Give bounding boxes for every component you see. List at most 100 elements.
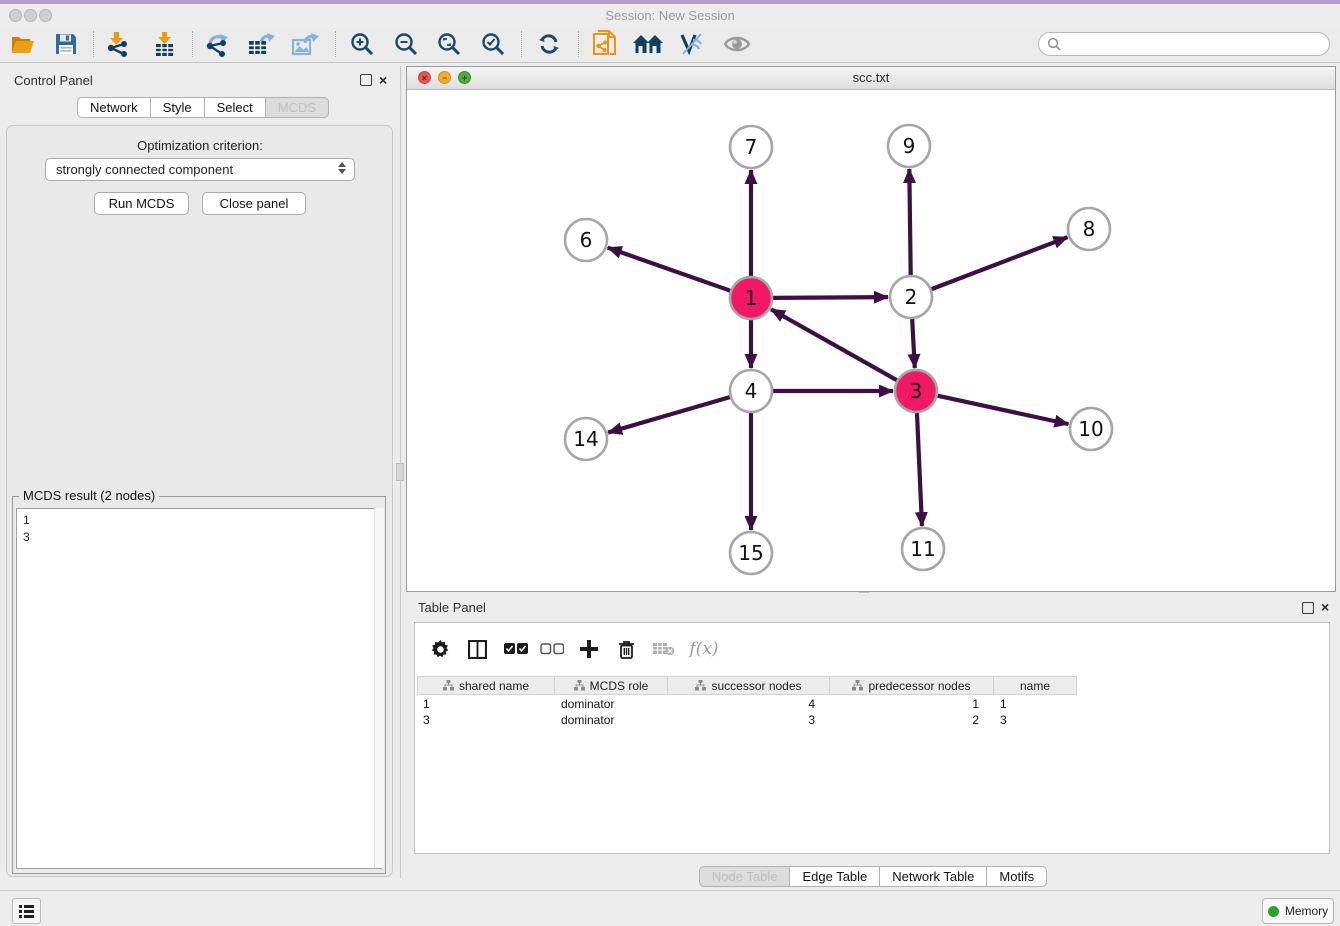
float-table-panel-icon[interactable] [1302,602,1314,614]
edge-3-11[interactable] [917,413,922,526]
show-eye-icon[interactable] [720,29,754,59]
cell-shared-name[interactable]: 1 [417,696,555,712]
hide-graphics-details-icon[interactable] [675,29,709,59]
edge-3-1[interactable] [771,309,897,380]
graph-node-15[interactable]: 15 [730,532,772,574]
run-mcds-button[interactable]: Run MCDS [94,192,189,215]
tab-select[interactable]: Select [205,97,266,118]
cell-name[interactable]: 1 [994,696,1077,712]
zoom-fit-icon[interactable] [432,29,466,59]
close-panel-button[interactable]: Close panel [202,192,306,215]
delete-table-icon[interactable] [651,636,677,662]
delete-column-trash-icon[interactable] [615,636,637,662]
graph-node-3[interactable]: 3 [895,370,937,412]
control-panel-title: Control Panel [14,73,93,88]
search-input[interactable] [1061,36,1305,52]
nested-network-home-icon[interactable] [631,29,665,59]
zoom-selected-icon[interactable] [476,29,510,59]
float-panel-icon[interactable] [360,74,372,86]
column-header-predecessor-nodes[interactable]: predecessor nodes [830,676,994,695]
edge-3-10[interactable] [937,396,1068,424]
graph-node-8[interactable]: 8 [1068,208,1110,250]
import-table-icon[interactable] [148,29,182,59]
cell-MCDS-role[interactable]: dominator [555,712,668,728]
cell-predecessor-nodes[interactable]: 2 [830,712,994,728]
tab-mcds[interactable]: MCDS [266,97,329,118]
panel-splitter-handle[interactable] [396,463,404,481]
application-window: Session: New Session [0,0,1340,926]
new-network-from-selection-icon[interactable] [588,29,622,59]
cell-predecessor-nodes[interactable]: 1 [830,696,994,712]
mcds-result-list[interactable]: 1 3 [16,508,382,869]
graph-node-7[interactable]: 7 [730,126,772,168]
node-label: 11 [910,537,935,561]
zoom-in-icon[interactable] [345,29,379,59]
network-window-titlebar[interactable]: × − + scc.txt [407,67,1335,90]
open-session-icon[interactable] [7,29,41,59]
export-network-icon[interactable] [201,29,235,59]
save-session-icon[interactable] [49,29,83,59]
edge-2-3[interactable] [912,319,915,368]
tab-node-table[interactable]: Node Table [699,866,791,887]
memory-button[interactable]: Memory [1262,898,1334,924]
tab-edge-table[interactable]: Edge Table [790,866,880,887]
cell-successor-nodes[interactable]: 4 [668,696,830,712]
memory-status-icon [1268,906,1279,917]
cell-shared-name[interactable]: 3 [417,712,555,728]
zoom-out-icon[interactable] [389,29,423,59]
edge-1-6[interactable] [608,248,731,291]
control-panel-tabs: NetworkStyleSelectMCDS [77,97,329,118]
split-columns-icon[interactable] [465,636,489,662]
edge-2-9[interactable] [909,169,910,275]
table-row[interactable]: 1dominator411 [417,696,1077,712]
optimization-criterion-dropdown[interactable]: strongly connected component [45,158,355,181]
refresh-view-icon[interactable] [532,29,566,59]
tab-style[interactable]: Style [151,97,205,118]
close-table-panel-icon[interactable]: × [1321,601,1329,613]
result-scrollbar[interactable] [374,508,384,868]
table-row[interactable]: 3dominator323 [417,712,1077,728]
graph-node-14[interactable]: 14 [565,418,607,460]
cell-MCDS-role[interactable]: dominator [555,696,668,712]
graph-node-2[interactable]: 2 [890,276,932,318]
column-header-name[interactable]: name [994,676,1077,695]
deselect-all-rows-icon[interactable] [539,636,565,662]
table-settings-gear-icon[interactable] [429,636,451,662]
graph-node-11[interactable]: 11 [902,528,944,570]
cell-name[interactable]: 3 [994,712,1077,728]
graph-node-1[interactable]: 1 [730,277,772,319]
column-header-MCDS-role[interactable]: MCDS role [555,676,668,695]
node-label: 15 [738,541,763,565]
graph-node-4[interactable]: 4 [730,370,772,412]
main-toolbar [0,27,1340,63]
export-table-icon[interactable] [244,29,278,59]
tab-motifs[interactable]: Motifs [987,866,1047,887]
toolbar-search[interactable] [1038,32,1330,56]
export-image-icon[interactable] [288,29,322,59]
edge-2-8[interactable] [932,237,1068,289]
table-panel: Table Panel × f(x) [406,596,1340,886]
graph-node-10[interactable]: 10 [1070,408,1112,450]
network-window-title: scc.txt [407,70,1335,85]
graph-node-6[interactable]: 6 [565,219,607,261]
node-label: 4 [745,379,758,403]
search-icon [1047,37,1061,51]
close-panel-icon[interactable]: × [379,74,387,86]
tab-network-table[interactable]: Network Table [880,866,987,887]
cell-successor-nodes[interactable]: 3 [668,712,830,728]
mcds-result-fieldset: MCDS result (2 nodes) 1 3 [12,496,386,874]
tab-network[interactable]: Network [77,97,151,118]
task-history-button[interactable] [12,898,41,924]
select-all-rows-icon[interactable] [503,636,529,662]
toolbar-separator [93,31,94,57]
graph-node-9[interactable]: 9 [888,125,930,167]
column-header-successor-nodes[interactable]: successor nodes [668,676,830,695]
edge-1-2[interactable] [773,297,888,298]
add-column-icon[interactable] [577,636,601,662]
function-builder-icon[interactable]: f(x) [687,636,721,662]
column-header-shared-name[interactable]: shared name [417,676,555,695]
toolbar-separator [192,31,193,57]
network-canvas[interactable]: 1 2 3 4 6 7 8 9 10 11 14 15 [407,89,1335,591]
edge-4-14[interactable] [608,397,730,432]
import-network-icon[interactable] [101,29,135,59]
